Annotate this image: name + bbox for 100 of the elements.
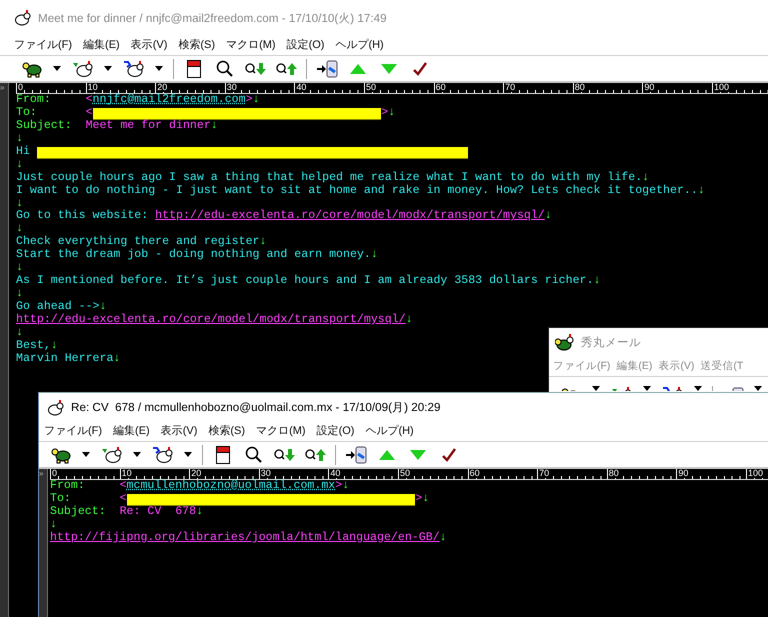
ruler-mark: » (39, 469, 44, 478)
search-up-icon[interactable] (276, 60, 298, 76)
ruler-number: 20 (156, 83, 168, 92)
search-icon[interactable] (216, 60, 234, 78)
angle-bracket: > (381, 106, 388, 120)
ruler-number: 30 (260, 469, 271, 478)
angle-bracket: < (86, 94, 93, 107)
field-label: To: (16, 106, 38, 120)
ruler-number: 40 (329, 469, 340, 478)
field-label: From: (50, 480, 86, 493)
menu-item[interactable]: ファイル(F) (14, 37, 72, 52)
link[interactable]: http://edu-excelenta.ro/core/model/modx/transport/mysql/ (155, 210, 545, 224)
ruler-number: 60 (434, 83, 446, 92)
ruler-number: 10 (120, 469, 132, 478)
window-title: 秀丸メール (581, 335, 641, 350)
menu-item[interactable]: 検索(S) (178, 37, 216, 52)
line-end-mark: ↓ (113, 352, 120, 366)
line-end-mark: ↓ (16, 198, 23, 210)
line-end-mark: ↓ (342, 480, 350, 493)
field-label: Subject: (50, 506, 107, 519)
ruler-number: 50 (364, 83, 376, 92)
body-text: Go to this website: (16, 210, 150, 224)
caret-icon[interactable] (53, 66, 61, 71)
ruler-number: 20 (190, 469, 202, 478)
ruler-number: 10 (86, 83, 98, 92)
subject-text: Re: CV 678 (120, 506, 196, 519)
menu-item[interactable]: 編集(E) (83, 37, 120, 52)
notebook-icon[interactable] (186, 58, 202, 78)
menu-item[interactable]: 表示(V) (130, 37, 168, 52)
menu-item[interactable]: 編集(E) (113, 423, 150, 438)
menu-item[interactable]: ヘルプ(H) (365, 423, 414, 438)
caret-icon[interactable] (133, 452, 141, 457)
line-end-mark: ↓ (260, 236, 266, 250)
line-end-mark: ↓ (422, 492, 430, 506)
caret-icon[interactable] (155, 66, 163, 71)
field-label: Subject: (16, 120, 73, 133)
line-end-mark: ↓ (50, 340, 58, 352)
notebook-icon[interactable] (214, 444, 230, 464)
ruler-number: 60 (468, 469, 480, 478)
subject-text: Meet me for dinner (86, 120, 211, 133)
line-end-mark: ↓ (698, 184, 705, 198)
ruler-mark: » (0, 83, 6, 92)
field-label: To: (50, 492, 72, 506)
ruler-number: 80 (574, 83, 585, 92)
link[interactable]: http://fijipng.org/libraries/joomla/html/language/en-GB/ (50, 532, 440, 545)
checkmark-icon[interactable] (412, 62, 426, 76)
search-down-icon[interactable] (244, 60, 266, 76)
line-end-mark: ↓ (252, 94, 260, 107)
menu-item[interactable]: マクロ(M) (256, 423, 306, 438)
body-text: Best, (16, 340, 51, 352)
link[interactable]: http://edu-excelenta.ro/core/model/modx/transport/mysql/ (16, 314, 406, 327)
line-end-mark: ↓ (16, 158, 23, 172)
search-up-icon[interactable] (304, 446, 326, 462)
angle-bracket: > (335, 480, 342, 493)
menu-item[interactable]: 設定(O) (286, 37, 324, 52)
email-address[interactable]: nnjfc@mail2freedom.com (92, 94, 246, 107)
checkmark-icon[interactable] (442, 448, 456, 462)
menu-item[interactable]: 検索(S) (208, 423, 246, 438)
ruler-number: 50 (398, 469, 410, 478)
caret-icon[interactable] (104, 66, 112, 71)
body-text: Just couple hours ago I saw a thing that helped me realize what I want to do with my life. (16, 172, 642, 184)
window-title: Re: CV 678 / mcmullenhobozno@uolmail.com.mx - 17/10/09(月) 20:29 (71, 400, 440, 415)
caret-icon[interactable] (82, 452, 90, 457)
body-text: I want to do nothing - I just want to sit at home and rake in money. How? Lets check it together.. (16, 184, 698, 198)
ruler-number: 70 (504, 83, 516, 92)
ruler-number: 70 (538, 469, 550, 478)
window-title: Meet me for dinner / nnjfc@mail2freedom.com - 17/10/10(火) 17:49 (38, 10, 387, 26)
angle-bracket: > (246, 94, 253, 107)
body-text: Marvin Herrera (16, 352, 114, 366)
line-end-mark: ↓ (16, 288, 23, 301)
angle-bracket: < (86, 106, 93, 120)
line-end-mark: ↓ (100, 301, 106, 314)
body-text: Go ahead --> (16, 301, 100, 314)
line-end-mark: ↓ (196, 506, 204, 519)
body-text: Start the dream job - doing nothing and earn money. (16, 249, 371, 262)
ruler-number: 80 (608, 469, 619, 478)
ruler-number: 100 (712, 83, 729, 92)
body-text: Hi (16, 146, 30, 159)
menu-item[interactable]: ファイル(F) (44, 423, 102, 438)
menu-item[interactable]: ヘルプ(H) (335, 37, 384, 52)
line-end-mark: ↓ (370, 249, 378, 262)
search-down-icon[interactable] (274, 446, 296, 462)
line-end-mark: ↓ (388, 106, 396, 120)
ruler-number: 100 (746, 469, 763, 478)
menu-item[interactable]: マクロ(M) (226, 37, 276, 52)
ruler-number: 0 (17, 83, 24, 92)
menu-item[interactable]: 設定(O) (316, 423, 354, 438)
body-text: As I mentioned before. It’s just couple hours and I am already 3583 dollars richer. (16, 275, 594, 288)
search-icon[interactable] (244, 446, 262, 464)
line-end-mark: ↓ (593, 275, 600, 288)
line-end-mark: ↓ (544, 210, 552, 224)
line-end-mark: ↓ (642, 172, 650, 184)
ruler-number: 90 (677, 469, 688, 478)
body-text: Check everything there and register (16, 236, 260, 248)
line-end-mark: ↓ (406, 314, 413, 327)
angle-bracket: > (415, 492, 422, 506)
email-address[interactable]: mcmullenhobozno@uolmail.com.mx (126, 480, 336, 493)
menu-item[interactable]: 表示(V) (160, 423, 198, 438)
caret-icon[interactable] (184, 452, 192, 457)
angle-bracket: < (120, 480, 127, 493)
